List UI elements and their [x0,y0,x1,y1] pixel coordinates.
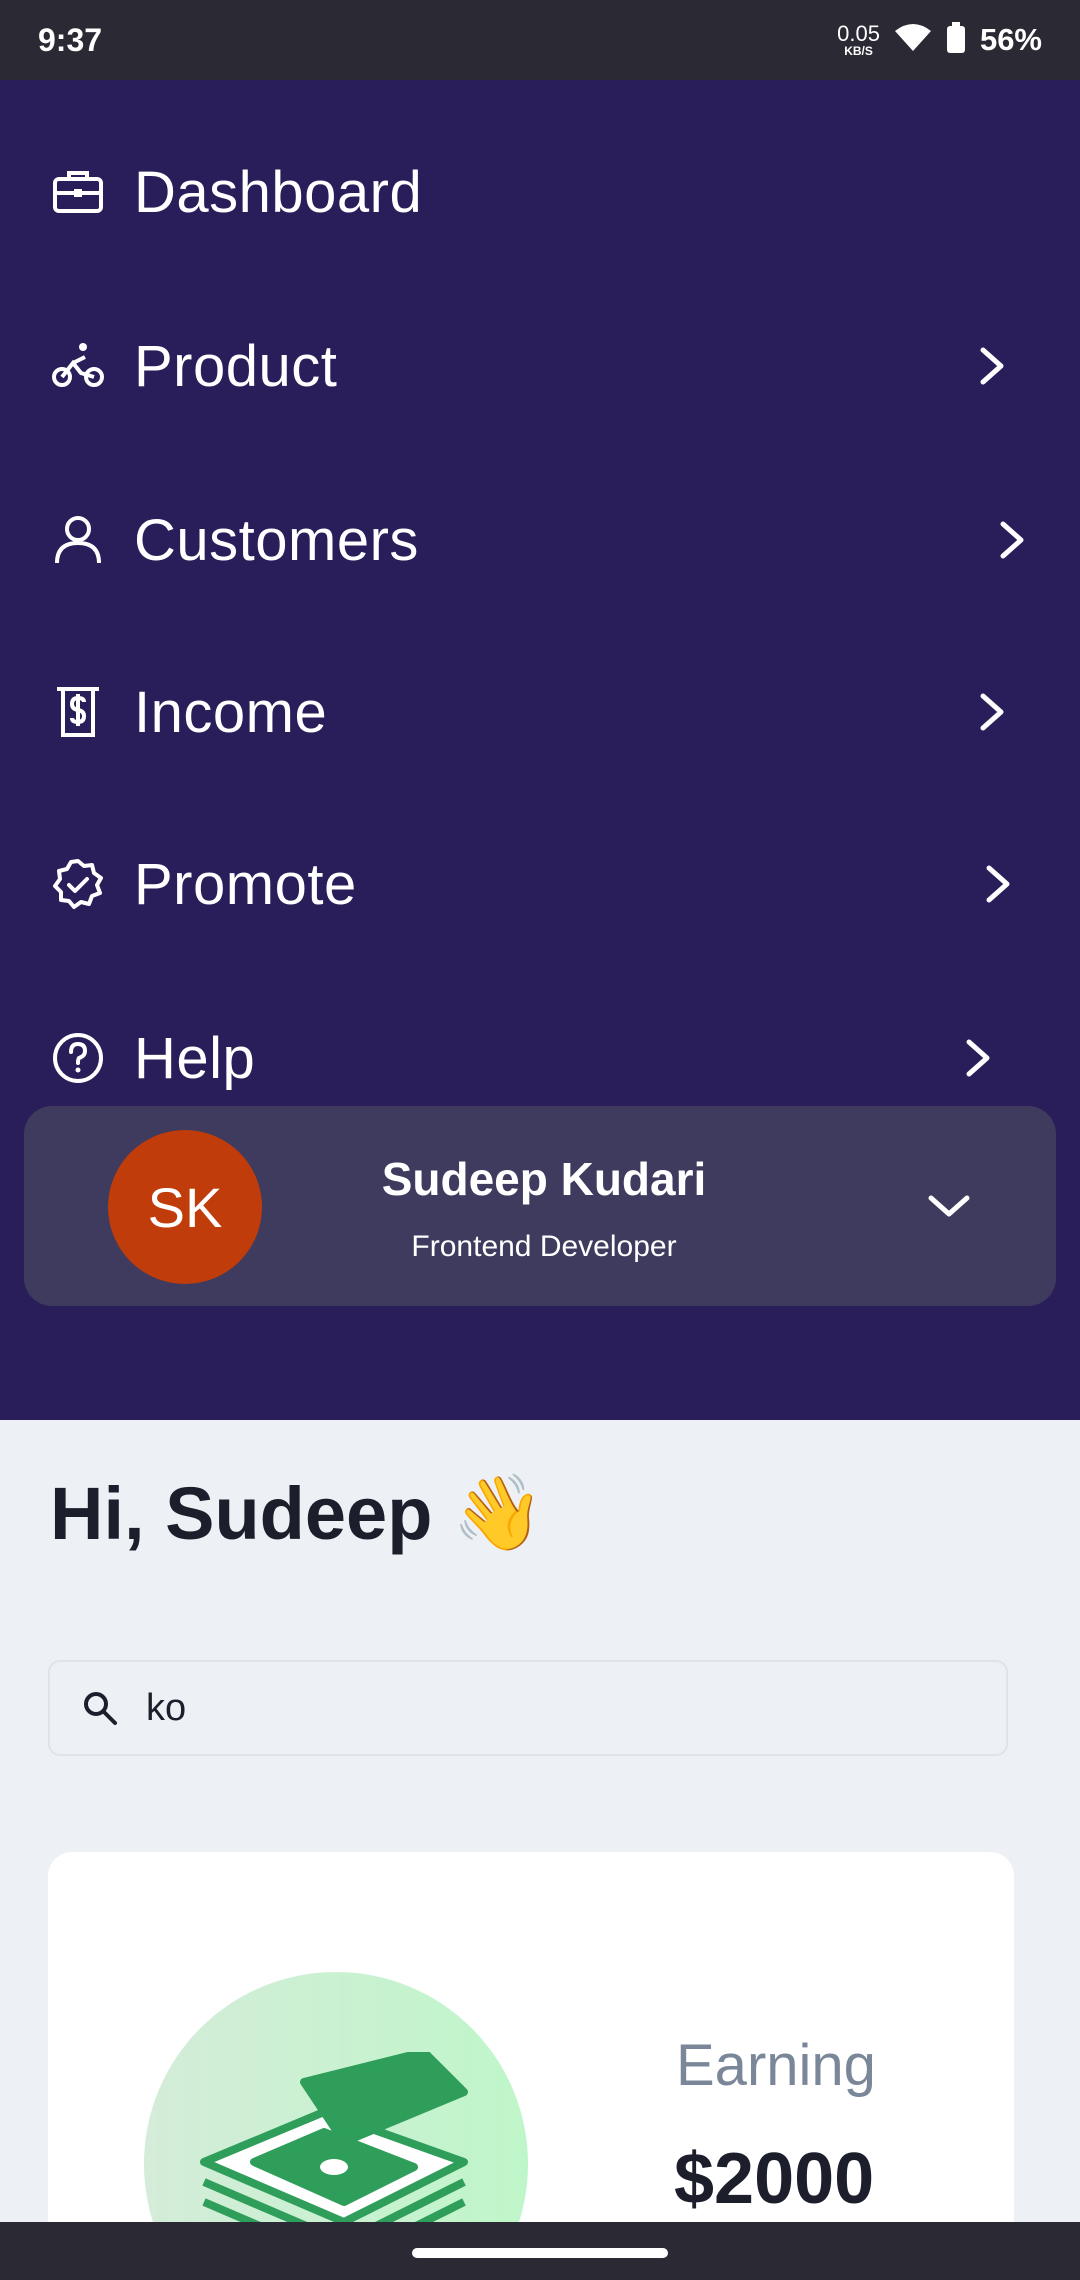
battery-percentage: 56% [979,22,1042,57]
status-indicators: 0.05 KB/S 56% [837,21,1042,59]
briefcase-icon [50,164,106,220]
greeting-text: Hi, Sudeep [50,1472,433,1555]
chevron-right-icon [978,860,1018,908]
menu-item-label: Promote [134,851,357,917]
menu-item-help[interactable]: Help [0,998,1080,1118]
status-time: 9:37 [38,21,103,58]
dollar-receipt-icon [50,684,106,740]
user-icon [50,512,106,568]
menu-item-label: Customers [134,507,419,573]
profile-name: Sudeep Kudari [381,1153,707,1205]
menu-item-label: Income [134,679,328,745]
network-speed-unit: KB/S [844,44,873,58]
menu-item-customers[interactable]: Customers [0,480,1080,600]
earning-card[interactable]: Earning $2000 [48,1852,1014,2252]
help-circle-icon [50,1030,106,1086]
page-title: Hi, Sudeep 👋 [50,1470,545,1557]
earning-illustration [144,1972,528,2252]
search-icon [80,1688,120,1728]
badge-check-icon [50,856,106,912]
earning-value: $2000 [674,2139,875,2219]
menu-item-label: Product [134,333,338,399]
avatar: SK [108,1130,262,1284]
chevron-right-icon [972,342,1012,390]
menu-item-dashboard[interactable]: Dashboard [0,132,1080,252]
earning-label: Earning [676,2033,876,2098]
waving-hand-icon: 👋 [452,1471,545,1554]
status-bar: 9:37 0.05 KB/S 56% [0,0,1080,80]
chevron-down-icon[interactable] [924,1184,974,1228]
menu-item-label: Dashboard [134,159,423,225]
menu-item-label: Help [134,1025,256,1091]
wifi-icon [894,23,932,58]
profile-role: Frontend Developer [411,1230,677,1263]
chevron-right-icon [972,688,1012,736]
profile-card[interactable]: SK Sudeep Kudari Frontend Developer [24,1106,1056,1306]
network-speed-value: 0.05 [837,21,880,46]
search-box[interactable] [48,1660,1008,1756]
home-gesture-handle[interactable] [412,2248,668,2258]
menu-item-income[interactable]: Income [0,652,1080,772]
search-input[interactable] [146,1678,986,1738]
menu-item-promote[interactable]: Promote [0,824,1080,944]
menu-item-product[interactable]: Product [0,306,1080,426]
battery-icon [946,21,966,59]
system-navigation-bar [0,2222,1080,2280]
bicycle-icon [50,338,106,394]
network-speed: 0.05 KB/S [837,21,880,58]
chevron-right-icon [992,516,1032,564]
chevron-right-icon [958,1034,998,1082]
